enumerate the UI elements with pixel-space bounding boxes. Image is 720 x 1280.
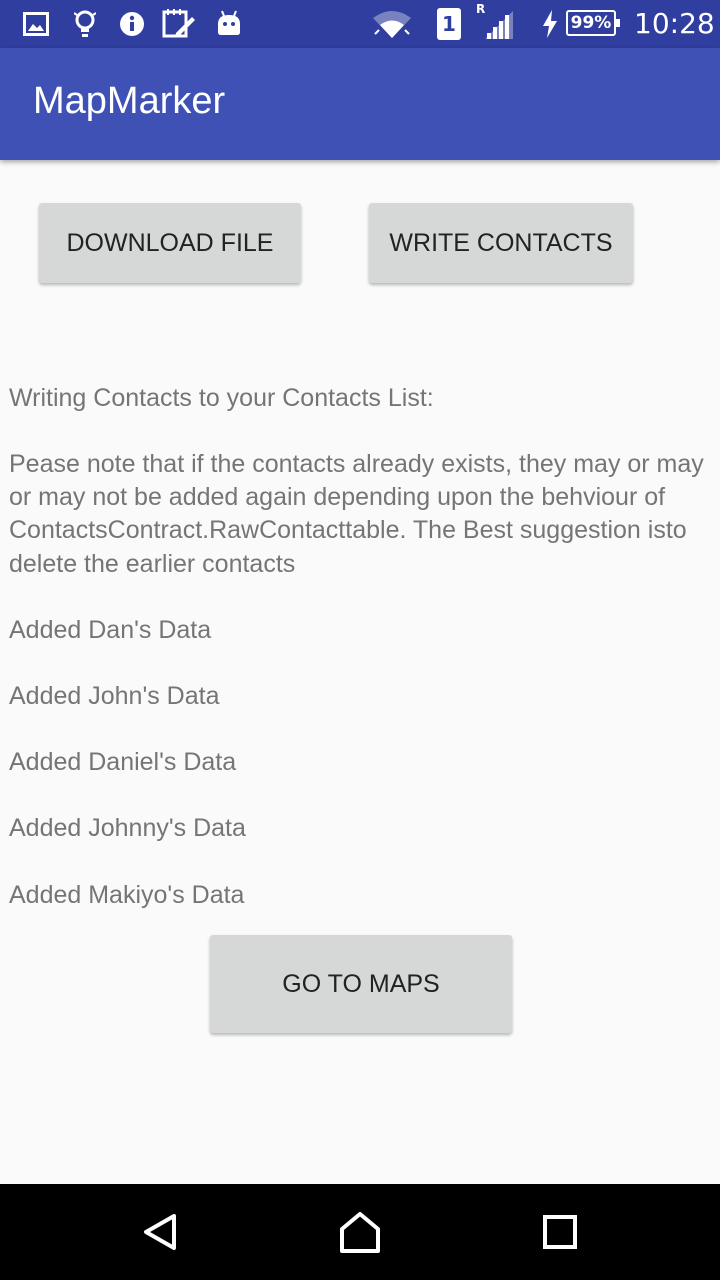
back-icon[interactable] <box>112 1184 208 1280</box>
sim-icon: 1 <box>437 8 461 40</box>
status-bar: 1 R 99% 10:28 <box>0 0 720 48</box>
app-bar: MapMarker <box>0 48 720 160</box>
signal-icon <box>482 8 516 40</box>
log-line: Added Daniel's Data <box>9 748 237 777</box>
log-line: Added Makiyo's Data <box>9 880 245 909</box>
log-line: Added Johnny's Data <box>9 814 246 843</box>
battery-icon: 99% <box>566 10 620 36</box>
image-icon <box>22 8 50 40</box>
contacts-log: Writing Contacts to your Contacts List: … <box>9 349 714 945</box>
charging-icon <box>540 8 560 40</box>
download-file-button[interactable]: Download File <box>39 203 301 283</box>
write-contacts-button[interactable]: Write Contacts <box>369 203 633 283</box>
recents-icon[interactable] <box>512 1184 608 1280</box>
android-icon <box>214 8 244 40</box>
go-to-maps-button[interactable]: Go To Maps <box>210 935 512 1033</box>
wifi-icon <box>370 8 414 40</box>
clock: 10:28 <box>634 7 715 40</box>
log-line: Added Dan's Data <box>9 615 212 644</box>
edit-note-icon <box>162 8 196 40</box>
home-icon[interactable] <box>312 1184 408 1280</box>
info-icon <box>118 8 146 40</box>
log-line: Writing Contacts to your Contacts List: <box>9 384 434 413</box>
log-line: Pease note that if the contacts already … <box>9 450 704 578</box>
lightbulb-icon <box>72 8 98 40</box>
log-line: Added John's Data <box>9 681 220 710</box>
app-title: MapMarker <box>33 80 226 122</box>
navigation-bar <box>0 1184 720 1280</box>
